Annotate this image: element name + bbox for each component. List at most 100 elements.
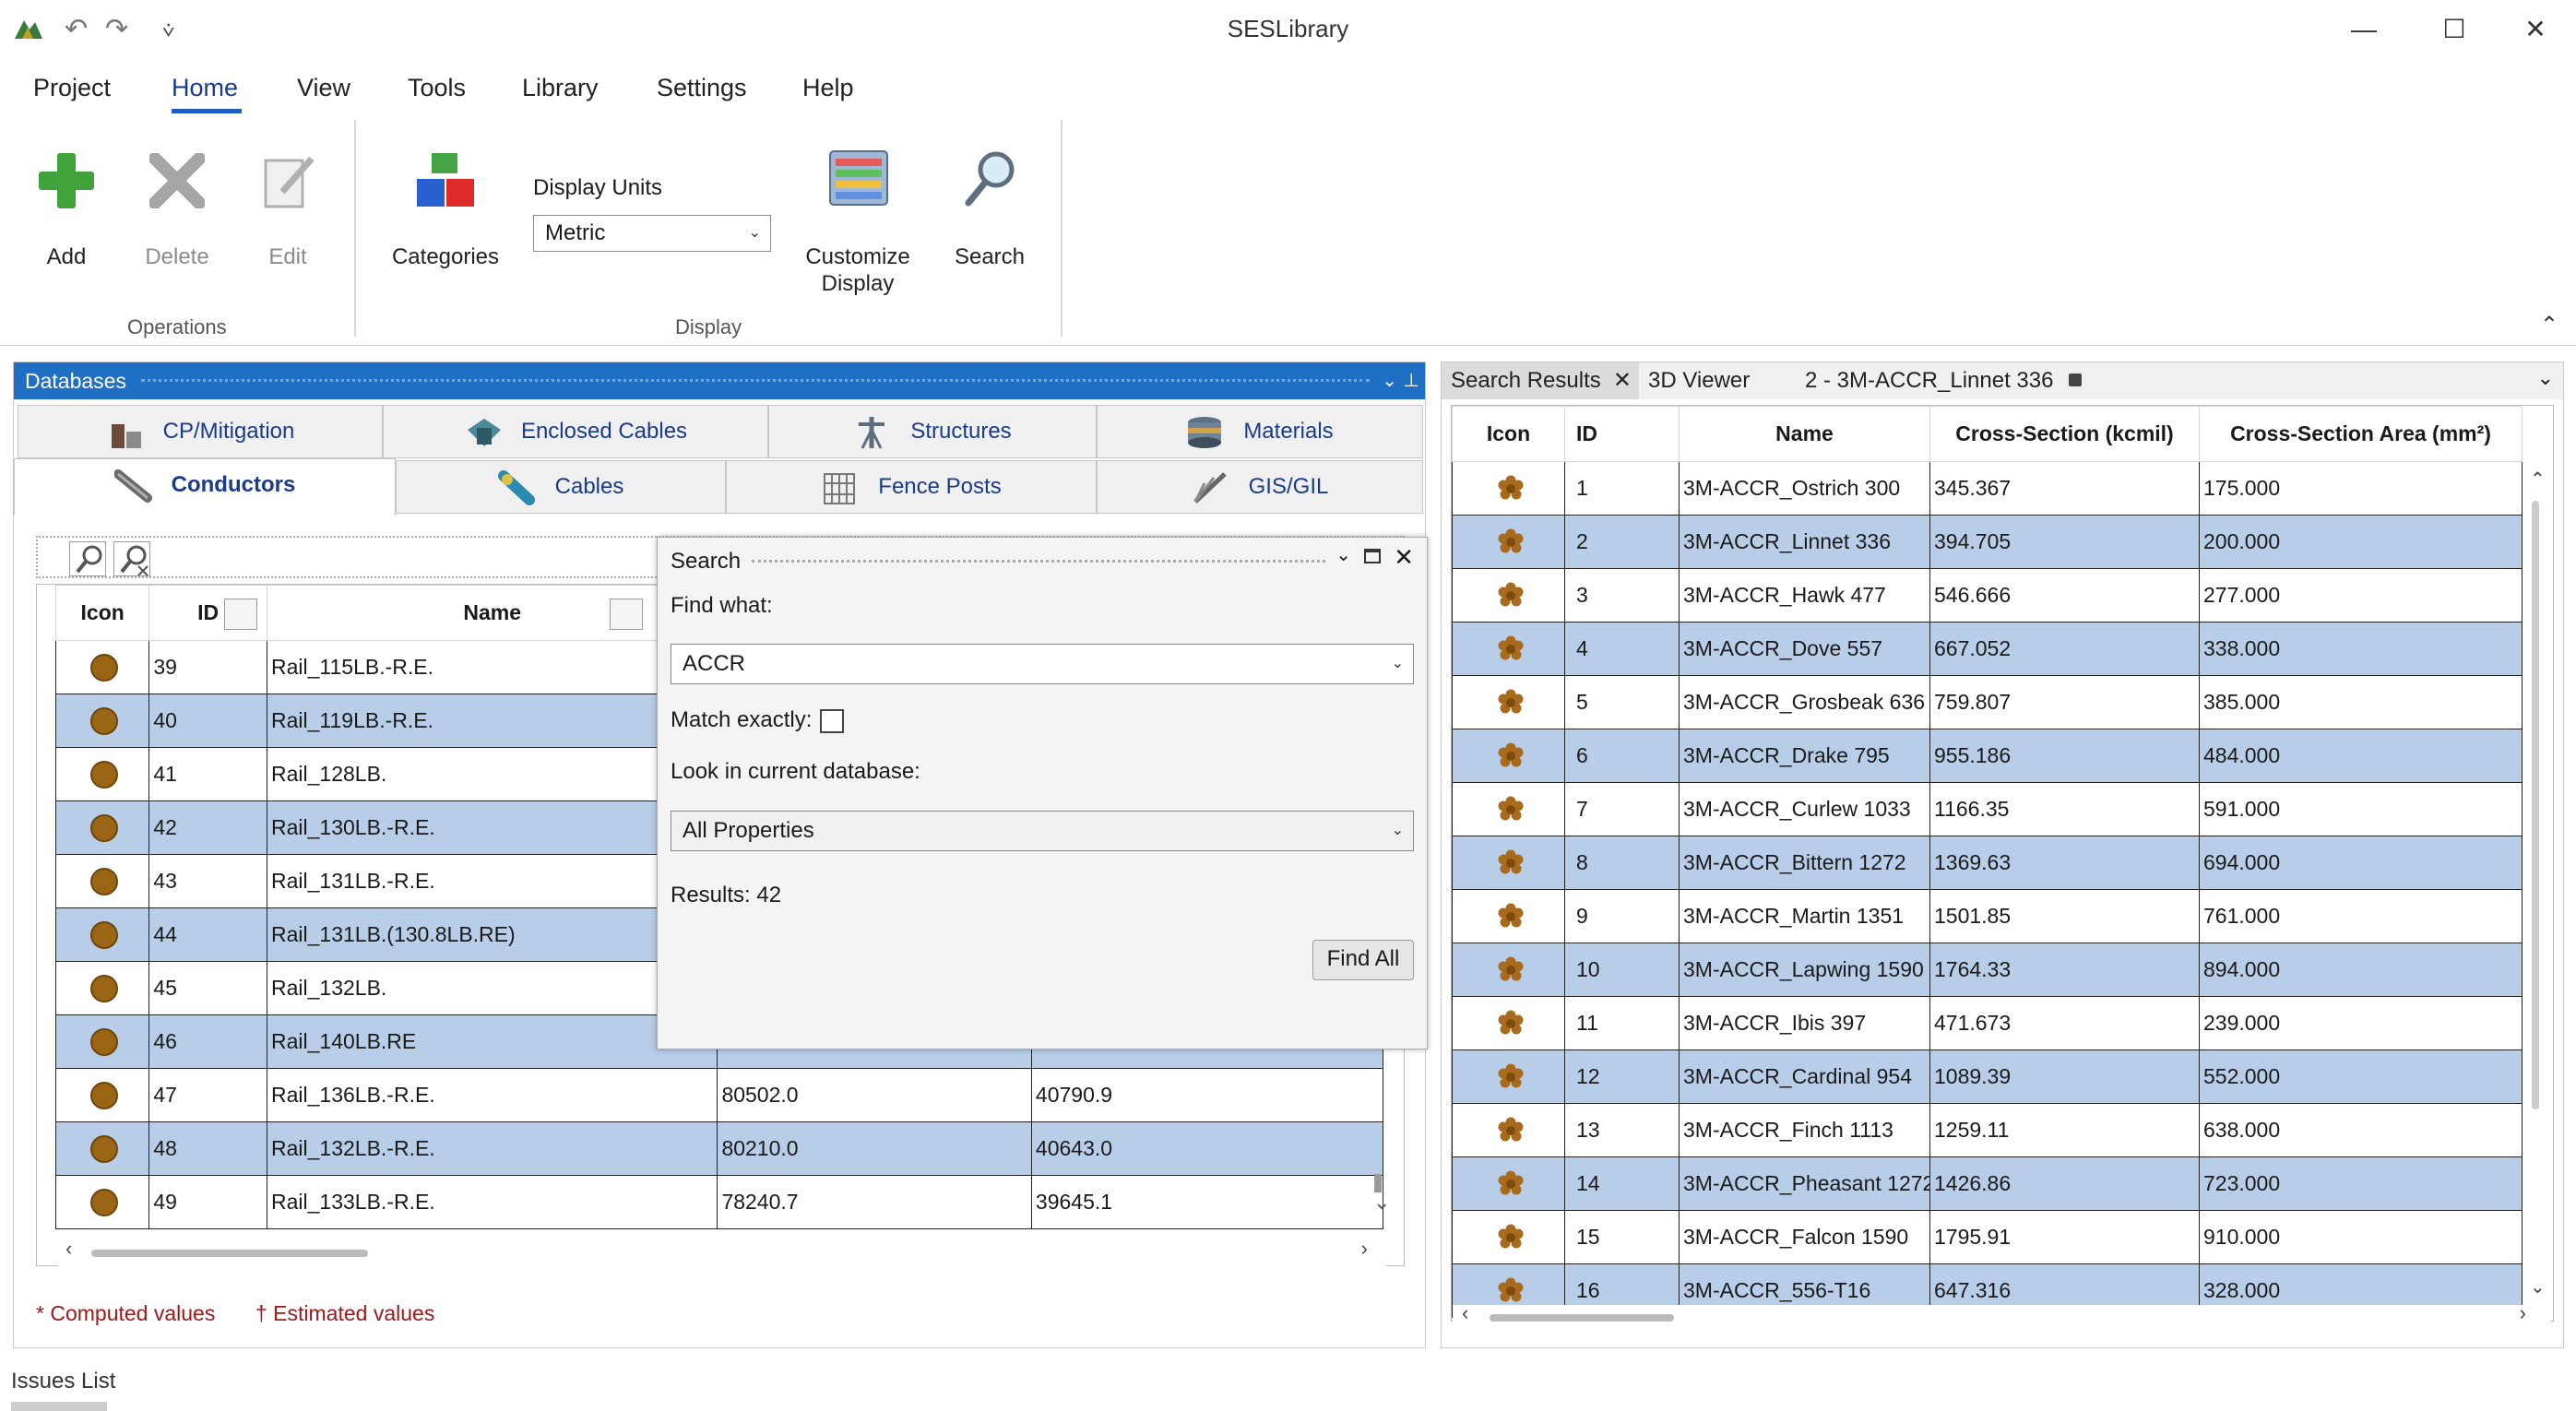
stranded-conductor-icon <box>1498 1170 1523 1194</box>
close-tab-icon[interactable]: ✕ <box>1613 362 1632 399</box>
tab-gis-gil[interactable]: GIS/GIL <box>1097 460 1423 514</box>
tab-cp-mitigation[interactable]: CP/Mitigation <box>18 405 383 458</box>
match-exactly-checkbox[interactable] <box>820 709 844 733</box>
chevron-down-icon[interactable]: ⌄ <box>1382 362 1397 399</box>
table-row[interactable]: 2 3M-ACCR_Linnet 336 394.705 200.000 <box>1452 515 2523 569</box>
menu-project[interactable]: Project <box>33 74 111 102</box>
column-header-name[interactable]: Name <box>266 585 718 641</box>
find-all-button[interactable]: Find All <box>1312 940 1414 980</box>
table-row[interactable]: 48 Rail_132LB.-R.E. 80210.0 40643.0 <box>54 1121 1384 1176</box>
horizontal-scrollbar[interactable]: ‹ › <box>1453 1301 2550 1331</box>
row-name: 3M-ACCR_Falcon 1590 <box>1679 1210 1930 1264</box>
scroll-up-icon[interactable]: ⌃ <box>2530 468 2546 491</box>
row-cross-section: 667.052 <box>1929 622 2200 676</box>
tab-structures[interactable]: Structures <box>768 405 1097 458</box>
issues-list-tab[interactable]: Issues List <box>11 1369 115 1394</box>
customize-display-button[interactable]: Customize Display <box>799 148 917 296</box>
scroll-left-icon[interactable]: ‹ <box>1462 1301 1468 1325</box>
row-icon-cell <box>1452 568 1565 622</box>
tab-enclosed-cables[interactable]: Enclosed Cables <box>383 405 768 458</box>
table-row[interactable]: 10 3M-ACCR_Lapwing 1590 1764.33 894.000 <box>1452 943 2523 997</box>
search-button[interactable]: Search <box>948 148 1031 277</box>
tab-linnet-336[interactable]: 2 - 3M-ACCR_Linnet 336 <box>1796 362 2100 399</box>
table-row[interactable]: 6 3M-ACCR_Drake 795 955.186 484.000 <box>1452 729 2523 783</box>
row-id: 2 <box>1564 515 1680 569</box>
zoom-search-icon[interactable] <box>69 541 106 576</box>
row-id: 49 <box>148 1175 267 1229</box>
row-name: 3M-ACCR_Hawk 477 <box>1679 568 1930 622</box>
row-icon-cell <box>1452 1210 1565 1264</box>
menu-library[interactable]: Library <box>522 74 599 102</box>
chevron-down-icon[interactable]: ⌄ <box>1392 645 1404 683</box>
vertical-scrollbar-thumb[interactable] <box>1374 1174 1382 1192</box>
maximize-icon[interactable] <box>1364 549 1381 563</box>
tab-3d-viewer[interactable]: 3D Viewer <box>1639 362 1787 399</box>
add-button[interactable]: Add <box>28 148 105 277</box>
horizontal-scrollbar[interactable]: ‹ › <box>58 1237 1386 1266</box>
scroll-down-icon[interactable]: ⌄ <box>1373 1191 1390 1215</box>
column-header-id[interactable]: ID <box>1564 406 1680 462</box>
table-row[interactable]: 11 3M-ACCR_Ibis 397 471.673 239.000 <box>1452 996 2523 1050</box>
look-in-select[interactable]: All Properties ⌄ <box>671 811 1414 851</box>
menu-view[interactable]: View <box>297 74 350 102</box>
table-row[interactable]: 5 3M-ACCR_Grosbeak 636 759.807 385.000 <box>1452 675 2523 729</box>
table-row[interactable]: 3 3M-ACCR_Hawk 477 546.666 277.000 <box>1452 568 2523 622</box>
horizontal-scrollbar-thumb[interactable] <box>1490 1314 1674 1322</box>
table-row[interactable]: 14 3M-ACCR_Pheasant 1272 1426.86 723.000 <box>1452 1156 2523 1211</box>
close-icon[interactable]: ✕ <box>1394 543 1414 572</box>
categories-button[interactable]: Categories <box>387 148 504 277</box>
tab-materials[interactable]: Materials <box>1097 405 1423 458</box>
menu-tools[interactable]: Tools <box>408 74 466 102</box>
menu-home[interactable]: Home <box>172 74 238 102</box>
table-row[interactable]: 7 3M-ACCR_Curlew 1033 1166.35 591.000 <box>1452 782 2523 836</box>
column-header-cross-section[interactable]: Cross-Section (kcmil) <box>1929 406 2200 462</box>
pin-icon[interactable]: ⊥ <box>1404 362 1419 399</box>
tab-search-results[interactable]: Search Results ✕ <box>1442 362 1639 399</box>
tab-label: Conductors <box>171 472 296 497</box>
display-units-select[interactable]: Metric ⌄ <box>533 215 771 252</box>
table-row[interactable]: 4 3M-ACCR_Dove 557 667.052 338.000 <box>1452 622 2523 676</box>
row-name: 3M-ACCR_Martin 1351 <box>1679 889 1930 943</box>
tab-label: Materials <box>1243 419 1334 444</box>
operations-group-label: Operations <box>127 315 227 338</box>
column-header-icon[interactable]: Icon <box>1452 406 1565 462</box>
filter-icon[interactable] <box>224 599 257 630</box>
column-header-icon[interactable]: Icon <box>54 585 150 641</box>
table-row[interactable]: 12 3M-ACCR_Cardinal 954 1089.39 552.000 <box>1452 1049 2523 1104</box>
row-name: Rail_133LB.-R.E. <box>266 1175 718 1229</box>
maximize-button[interactable]: ☐ <box>2431 9 2477 50</box>
look-in-value: All Properties <box>683 818 814 843</box>
table-row[interactable]: 8 3M-ACCR_Bittern 1272 1369.63 694.000 <box>1452 836 2523 890</box>
row-name: Rail_119LB.-R.E. <box>266 694 718 748</box>
column-header-id[interactable]: ID <box>148 585 267 641</box>
vertical-scrollbar-thumb[interactable] <box>2532 501 2539 1109</box>
scroll-left-icon[interactable]: ‹ <box>65 1237 72 1261</box>
find-what-input[interactable]: ACCR ⌄ <box>671 644 1414 684</box>
filter-icon[interactable] <box>610 599 644 630</box>
table-row[interactable]: 47 Rail_136LB.-R.E. 80502.0 40790.9 <box>54 1068 1384 1122</box>
tab-cables[interactable]: Cables <box>396 460 726 514</box>
table-row[interactable]: 9 3M-ACCR_Martin 1351 1501.85 761.000 <box>1452 889 2523 943</box>
table-row[interactable]: 15 3M-ACCR_Falcon 1590 1795.91 910.000 <box>1452 1210 2523 1264</box>
table-row[interactable]: 49 Rail_133LB.-R.E. 78240.7 39645.1 <box>54 1175 1384 1229</box>
chevron-down-icon[interactable]: ⌄ <box>2537 366 2554 390</box>
column-header-cross-section-area[interactable]: Cross-Section Area (mm²) <box>2199 406 2523 462</box>
scroll-right-icon[interactable]: › <box>2520 1301 2526 1325</box>
chevron-down-icon[interactable]: ⌄ <box>1335 543 1351 566</box>
table-row[interactable]: 13 3M-ACCR_Finch 1113 1259.11 638.000 <box>1452 1103 2523 1157</box>
collapse-ribbon-icon[interactable]: ⌃ <box>2540 312 2558 338</box>
table-row[interactable]: 1 3M-ACCR_Ostrich 300 345.367 175.000 <box>1452 461 2523 516</box>
tab-fence-posts[interactable]: Fence Posts <box>726 460 1097 514</box>
delete-button[interactable]: Delete <box>138 148 216 277</box>
close-button[interactable]: ✕ <box>2512 9 2558 50</box>
tab-conductors[interactable]: Conductors <box>14 458 396 516</box>
minimize-button[interactable]: — <box>2341 9 2387 50</box>
horizontal-scrollbar-thumb[interactable] <box>91 1250 368 1257</box>
clear-search-icon[interactable] <box>113 541 150 576</box>
menu-help[interactable]: Help <box>802 74 854 102</box>
scroll-down-icon[interactable]: ⌄ <box>2530 1275 2546 1298</box>
edit-button[interactable]: Edit <box>249 148 326 277</box>
menu-settings[interactable]: Settings <box>657 74 747 102</box>
scroll-right-icon[interactable]: › <box>1361 1237 1368 1261</box>
column-header-name[interactable]: Name <box>1679 406 1930 462</box>
